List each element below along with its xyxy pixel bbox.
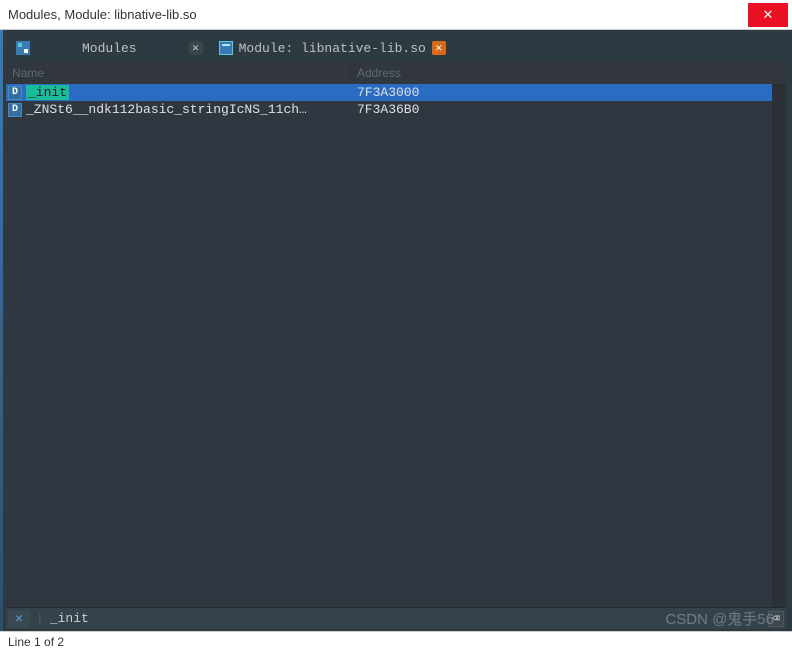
left-edge-decoration — [0, 30, 3, 631]
tab-module-close-icon[interactable]: ✕ — [432, 41, 446, 55]
module-panel: Name Address D _init 7F3A3000 D _ZNSt6__… — [6, 62, 786, 607]
vertical-scrollbar[interactable] — [772, 84, 786, 607]
tab-modules[interactable]: Modules ✕ — [10, 37, 209, 59]
tab-modules-label: Modules — [82, 41, 137, 56]
tab-modules-close-icon[interactable]: ✕ — [189, 41, 203, 55]
row-address: 7F3A36B0 — [351, 102, 531, 117]
module-icon — [219, 41, 233, 55]
search-close-button[interactable]: ✕ — [8, 610, 30, 628]
column-header-name[interactable]: Name — [6, 66, 351, 80]
search-bar: ✕ | ⌫ — [6, 607, 786, 629]
search-input[interactable] — [50, 611, 762, 626]
row-address: 7F3A3000 — [351, 85, 531, 100]
window-title: Modules, Module: libnative-lib.so — [8, 7, 197, 22]
row-name: _init — [26, 85, 69, 100]
search-clear-button[interactable]: ⌫ — [768, 611, 784, 627]
table-row[interactable]: D _ZNSt6__ndk112basic_stringIcNS_11ch… 7… — [6, 101, 786, 118]
column-header-address[interactable]: Address — [351, 66, 401, 80]
data-badge-icon: D — [8, 103, 22, 117]
table-row[interactable]: D _init 7F3A3000 — [6, 84, 786, 101]
table-body: D _init 7F3A3000 D _ZNSt6__ndk112basic_s… — [6, 84, 786, 607]
status-line-info: Line 1 of 2 — [8, 635, 64, 649]
tab-module-label: Module: libnative-lib.so — [239, 41, 426, 56]
status-bar: Line 1 of 2 — [0, 631, 792, 651]
tab-module-lib[interactable]: Module: libnative-lib.so ✕ — [213, 37, 452, 59]
table-header: Name Address — [6, 62, 786, 84]
data-badge-icon: D — [8, 86, 22, 100]
window-close-button[interactable]: ✕ — [748, 3, 788, 27]
separator: | — [36, 611, 44, 626]
row-name: _ZNSt6__ndk112basic_stringIcNS_11ch… — [26, 102, 307, 117]
content-area: Modules ✕ Module: libnative-lib.so ✕ Nam… — [0, 30, 792, 631]
title-bar: Modules, Module: libnative-lib.so ✕ — [0, 0, 792, 30]
tab-bar: Modules ✕ Module: libnative-lib.so ✕ — [6, 34, 786, 62]
modules-icon — [16, 41, 30, 55]
